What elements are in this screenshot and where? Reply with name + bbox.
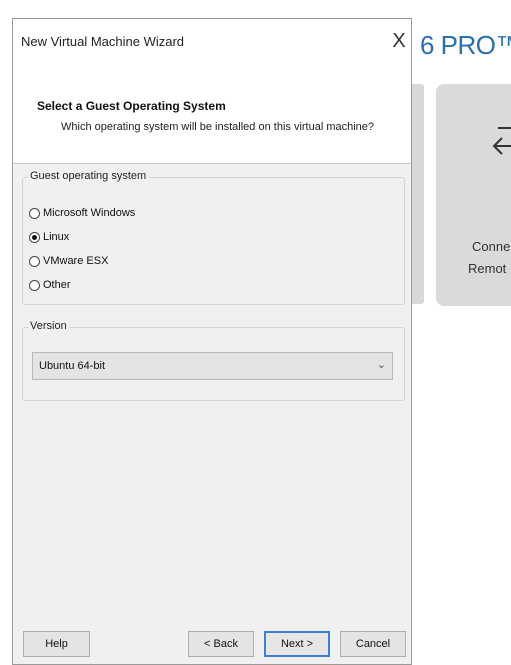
version-group: Version Ubuntu 64-bit ⌄ [22, 320, 405, 401]
version-selected-value: Ubuntu 64-bit [39, 360, 106, 372]
new-vm-wizard-dialog: New Virtual Machine Wizard X Select a Gu… [12, 18, 412, 665]
chevron-down-icon[interactable]: ⌄ [377, 358, 386, 371]
page-heading: Select a Guest Operating System [37, 99, 226, 113]
radio-button-selected[interactable] [29, 231, 40, 243]
version-select[interactable]: Ubuntu 64-bit ⌄ [32, 352, 393, 380]
radio-linux[interactable]: Linux [29, 228, 69, 246]
back-button[interactable]: < Back [188, 631, 254, 657]
title-bar: New Virtual Machine Wizard X [13, 19, 411, 65]
card-label-line1: Conne [472, 239, 511, 254]
radio-button[interactable] [29, 207, 40, 219]
radio-microsoft-windows[interactable]: Microsoft Windows [29, 204, 135, 222]
radio-vmware-esx[interactable]: VMware ESX [29, 252, 108, 270]
cancel-button[interactable]: Cancel [340, 631, 406, 657]
guest-os-group-label: Guest operating system [28, 170, 149, 182]
guest-os-group: Guest operating system Microsoft Windows… [22, 170, 405, 305]
radio-button[interactable] [29, 279, 40, 291]
close-icon[interactable]: X [389, 29, 409, 53]
next-button[interactable]: Next > [264, 631, 330, 657]
wizard-header: Select a Guest Operating System Which op… [13, 65, 411, 164]
connect-arrow-icon [492, 127, 511, 155]
connect-remote-card[interactable]: Conne Remot [436, 84, 511, 306]
radio-label: Linux [43, 231, 70, 243]
version-group-label: Version [28, 320, 69, 332]
radio-label: Other [43, 279, 71, 291]
radio-other[interactable]: Other [29, 276, 71, 294]
card-label-line2: Remot [468, 261, 507, 276]
page-subheading: Which operating system will be installed… [61, 121, 375, 133]
app-title: 6 PRO™ [420, 30, 511, 60]
dialog-title: New Virtual Machine Wizard [21, 34, 185, 49]
radio-label: VMware ESX [43, 255, 109, 267]
help-button[interactable]: Help [23, 631, 90, 657]
radio-label: Microsoft Windows [43, 207, 136, 219]
radio-button[interactable] [29, 255, 40, 267]
